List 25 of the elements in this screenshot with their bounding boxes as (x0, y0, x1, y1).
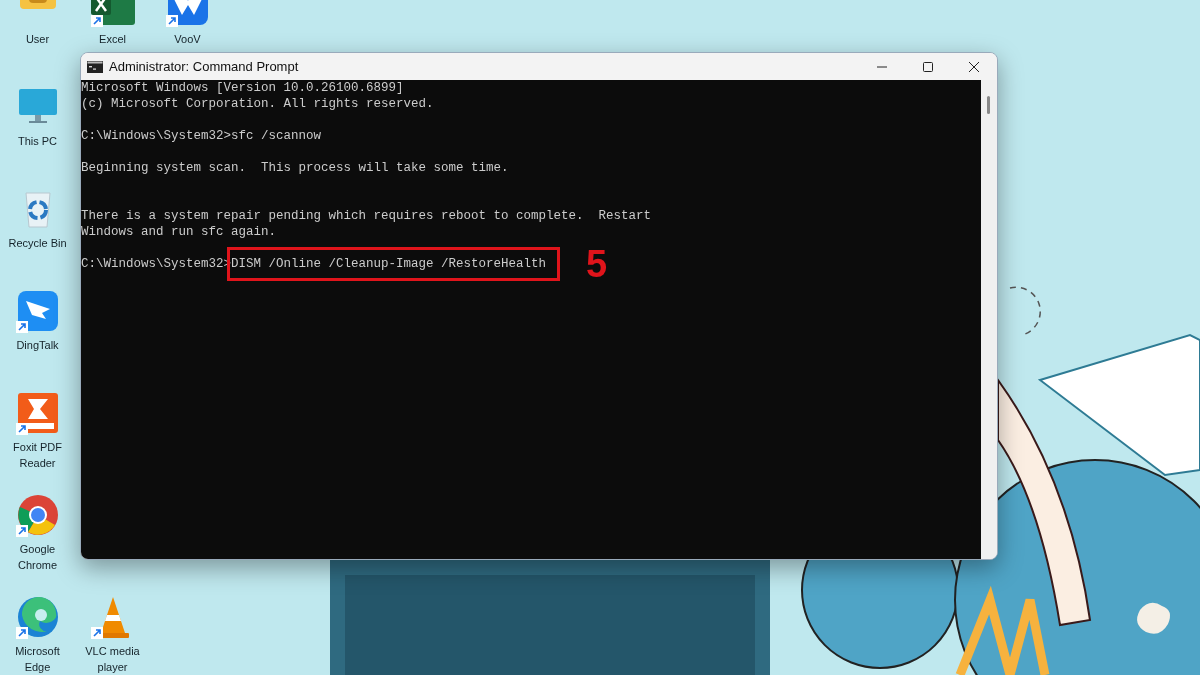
icon-label[interactable]: Recycle Bin (1, 235, 74, 251)
icon-label[interactable]: VooV (151, 31, 224, 47)
icon-label[interactable]: VLC media player (76, 643, 149, 675)
console-text: Windows and run sfc again. (81, 225, 277, 239)
console-text: There is a system repair pending which requires reboot to complete. Restart (81, 209, 652, 223)
console-text: Beginning system scan. This process will take some time. (81, 161, 509, 175)
terminal-icon (87, 60, 103, 73)
icon-label[interactable]: This PC (1, 133, 74, 149)
scroll-thumb[interactable] (987, 96, 990, 114)
prompt-text: C:\Windows\System32> (81, 129, 232, 143)
command-text: DISM /Online /Cleanup-Image /RestoreHealth (231, 257, 547, 271)
console-text: (c) Microsoft Corporation. All rights reserved. (81, 97, 434, 111)
icon-label[interactable]: Google Chrome (1, 541, 74, 573)
command-text: sfc /scannow (231, 129, 322, 143)
step-number: 5 (586, 244, 608, 284)
icon-label[interactable]: Foxit PDF Reader (1, 439, 74, 471)
window-title: Administrator: Command Prompt (109, 59, 299, 74)
icon-label[interactable]: DingTalk (1, 337, 74, 353)
scrollbar[interactable] (981, 80, 997, 559)
close-icon (969, 61, 979, 72)
icon-label[interactable]: User (1, 31, 74, 47)
console-text: Microsoft Windows [Version 10.0.26100.6899] (81, 81, 404, 95)
icon-label[interactable]: Microsoft Edge (1, 643, 74, 675)
icon-label[interactable]: Excel (76, 31, 149, 47)
maximize-icon (923, 61, 933, 72)
